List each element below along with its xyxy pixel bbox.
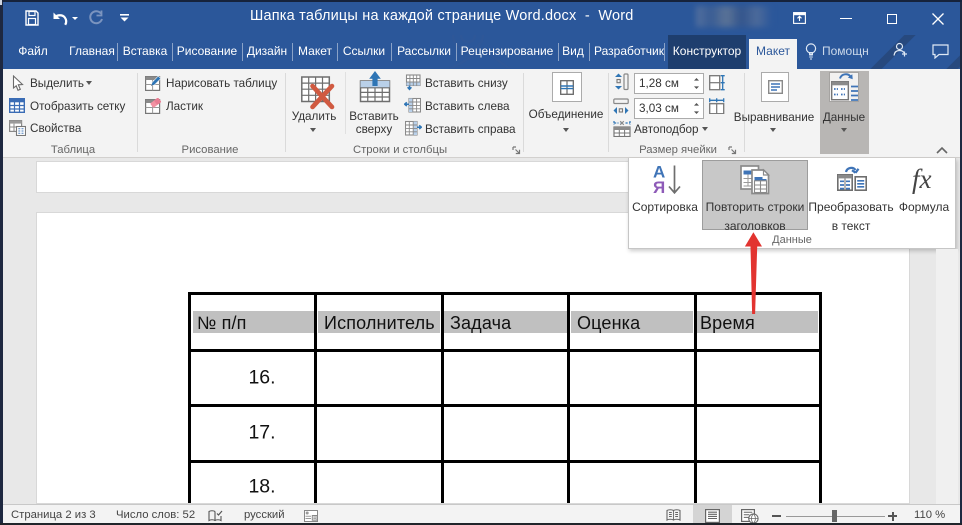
svg-text:Я: Я [653, 178, 665, 195]
